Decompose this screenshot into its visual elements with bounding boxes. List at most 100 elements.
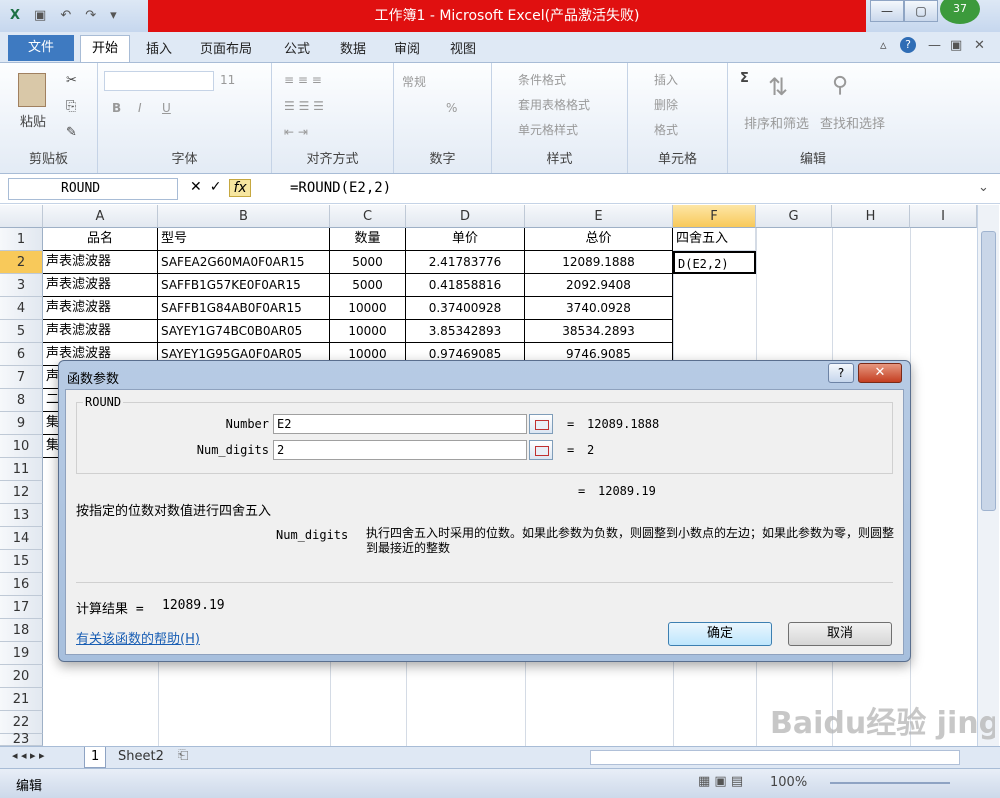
function-help-link[interactable]: 有关该函数的帮助(H) bbox=[76, 628, 200, 647]
bold-button[interactable]: B bbox=[112, 101, 121, 115]
redo-icon[interactable]: ↷ bbox=[85, 8, 96, 23]
column-header[interactable]: A bbox=[43, 205, 158, 228]
row-header[interactable]: 14 bbox=[0, 527, 43, 550]
row-header[interactable]: 21 bbox=[0, 688, 43, 711]
column-header[interactable]: D bbox=[406, 205, 525, 228]
row-header[interactable]: 10 bbox=[0, 435, 43, 458]
table-cell[interactable]: 5000 bbox=[330, 251, 406, 274]
column-header[interactable]: G bbox=[756, 205, 832, 228]
table-cell[interactable]: 数量 bbox=[330, 228, 406, 251]
row-header[interactable]: 4 bbox=[0, 297, 43, 320]
row-header[interactable]: 17 bbox=[0, 596, 43, 619]
select-all-corner[interactable] bbox=[0, 205, 43, 228]
minimize-button[interactable]: — bbox=[870, 0, 904, 22]
cut-icon[interactable]: ✂ bbox=[66, 73, 77, 88]
row-header[interactable]: 7 bbox=[0, 366, 43, 389]
row-header[interactable]: 3 bbox=[0, 274, 43, 297]
format-as-table-button[interactable]: 套用表格格式 bbox=[518, 96, 590, 113]
column-header[interactable]: C bbox=[330, 205, 406, 228]
row-header[interactable]: 11 bbox=[0, 458, 43, 481]
tab-home[interactable]: 开始 bbox=[80, 35, 130, 63]
view-buttons[interactable]: ▦ ▣ ▤ bbox=[698, 774, 743, 789]
tab-data[interactable]: 数据 bbox=[340, 38, 366, 57]
column-header[interactable]: H bbox=[832, 205, 910, 228]
tab-view[interactable]: 视图 bbox=[450, 38, 476, 57]
ribbon-minimize-icon[interactable]: ▵ bbox=[880, 38, 887, 53]
save-icon[interactable]: ▣ bbox=[34, 8, 46, 23]
notification-badge[interactable]: 37 bbox=[940, 0, 980, 24]
autosum-button[interactable]: Σ bbox=[740, 71, 749, 86]
table-cell[interactable]: 3.85342893 bbox=[406, 320, 525, 343]
table-cell[interactable]: 12089.1888 bbox=[525, 251, 673, 274]
table-cell[interactable]: 10000 bbox=[330, 320, 406, 343]
paste-button[interactable]: 粘贴 bbox=[20, 111, 46, 130]
insert-cells-button[interactable]: 插入 bbox=[654, 71, 678, 88]
zoom-slider[interactable] bbox=[830, 782, 950, 784]
excel-icon[interactable]: X bbox=[10, 8, 20, 23]
table-cell[interactable]: 10000 bbox=[330, 297, 406, 320]
undo-icon[interactable]: ↶ bbox=[60, 8, 71, 23]
table-cell[interactable]: SAFFB1G57KE0F0AR15 bbox=[158, 274, 330, 297]
dialog-close-button[interactable]: ✕ bbox=[858, 363, 902, 383]
indent-icon[interactable]: ⇤ ⇥ bbox=[284, 125, 308, 139]
font-name-select[interactable] bbox=[104, 71, 214, 91]
conditional-format-button[interactable]: 条件格式 bbox=[518, 71, 566, 88]
row-header[interactable]: 15 bbox=[0, 550, 43, 573]
maximize-button[interactable]: ▢ bbox=[904, 0, 938, 22]
dialog-help-button[interactable]: ? bbox=[828, 363, 854, 383]
table-cell[interactable]: SAFEA2G60MA0F0AR15 bbox=[158, 251, 330, 274]
horizontal-scrollbar[interactable] bbox=[590, 750, 960, 765]
column-header[interactable]: I bbox=[910, 205, 977, 228]
table-cell[interactable]: 3740.0928 bbox=[525, 297, 673, 320]
tab-formulas[interactable]: 公式 bbox=[284, 38, 310, 57]
tab-review[interactable]: 审阅 bbox=[394, 38, 420, 57]
formula-input[interactable]: =ROUND(E2,2) bbox=[290, 180, 391, 196]
find-select-button[interactable]: 查找和选择 bbox=[820, 113, 885, 132]
column-header[interactable]: B bbox=[158, 205, 330, 228]
insert-function-icon[interactable]: fx bbox=[229, 179, 251, 197]
column-header[interactable]: F bbox=[673, 205, 756, 228]
help-icon[interactable]: ? bbox=[900, 37, 916, 53]
table-cell[interactable]: 0.37400928 bbox=[406, 297, 525, 320]
table-cell[interactable]: 型号 bbox=[158, 228, 330, 251]
table-cell[interactable]: 声表滤波器 bbox=[43, 297, 158, 320]
enter-icon[interactable]: ✓ bbox=[210, 179, 222, 197]
row-header[interactable]: 13 bbox=[0, 504, 43, 527]
row-header[interactable]: 2 bbox=[0, 251, 43, 274]
paste-icon[interactable] bbox=[18, 73, 46, 107]
workbook-close-icon[interactable]: ✕ bbox=[974, 38, 985, 53]
table-cell[interactable]: 2.41783776 bbox=[406, 251, 525, 274]
ok-button[interactable]: 确定 bbox=[668, 622, 772, 646]
customize-qat-icon[interactable]: ▾ bbox=[110, 8, 117, 23]
scroll-thumb[interactable] bbox=[981, 231, 996, 511]
workbook-restore-icon[interactable]: ▣ bbox=[950, 38, 962, 53]
sort-filter-button[interactable]: 排序和筛选 bbox=[744, 113, 809, 132]
name-box[interactable]: ROUND bbox=[8, 178, 178, 200]
column-header[interactable]: E bbox=[525, 205, 673, 228]
range-picker-icon[interactable] bbox=[529, 414, 553, 434]
row-header[interactable]: 23 bbox=[0, 733, 43, 746]
num-digits-input[interactable]: 2 bbox=[273, 440, 527, 460]
row-header[interactable]: 8 bbox=[0, 389, 43, 412]
row-header[interactable]: 18 bbox=[0, 619, 43, 642]
sort-filter-icon[interactable]: ⇅ bbox=[768, 73, 788, 101]
row-header[interactable]: 20 bbox=[0, 665, 43, 688]
align-left-icon[interactable]: ☰ ☰ ☰ bbox=[284, 99, 324, 113]
copy-icon[interactable]: ⎘ bbox=[66, 99, 76, 114]
row-header[interactable]: 1 bbox=[0, 228, 43, 251]
table-cell[interactable]: 总价 bbox=[525, 228, 673, 251]
number-input[interactable]: E2 bbox=[273, 414, 527, 434]
cell-styles-button[interactable]: 单元格样式 bbox=[518, 121, 578, 138]
table-cell[interactable]: 0.41858816 bbox=[406, 274, 525, 297]
row-header[interactable]: 19 bbox=[0, 642, 43, 665]
expand-formula-icon[interactable]: ⌄ bbox=[978, 180, 989, 195]
table-cell[interactable]: 声表滤波器 bbox=[43, 274, 158, 297]
table-cell[interactable]: 四舍五入 bbox=[673, 228, 756, 251]
table-cell[interactable]: 声表滤波器 bbox=[43, 251, 158, 274]
row-header[interactable]: 12 bbox=[0, 481, 43, 504]
cancel-icon[interactable]: ✕ bbox=[190, 179, 202, 197]
number-format-select[interactable]: 常规 bbox=[402, 73, 426, 90]
table-cell[interactable]: 品名 bbox=[43, 228, 158, 251]
sheet-tab[interactable]: Sheet2 bbox=[112, 747, 170, 768]
row-header[interactable]: 22 bbox=[0, 711, 43, 734]
